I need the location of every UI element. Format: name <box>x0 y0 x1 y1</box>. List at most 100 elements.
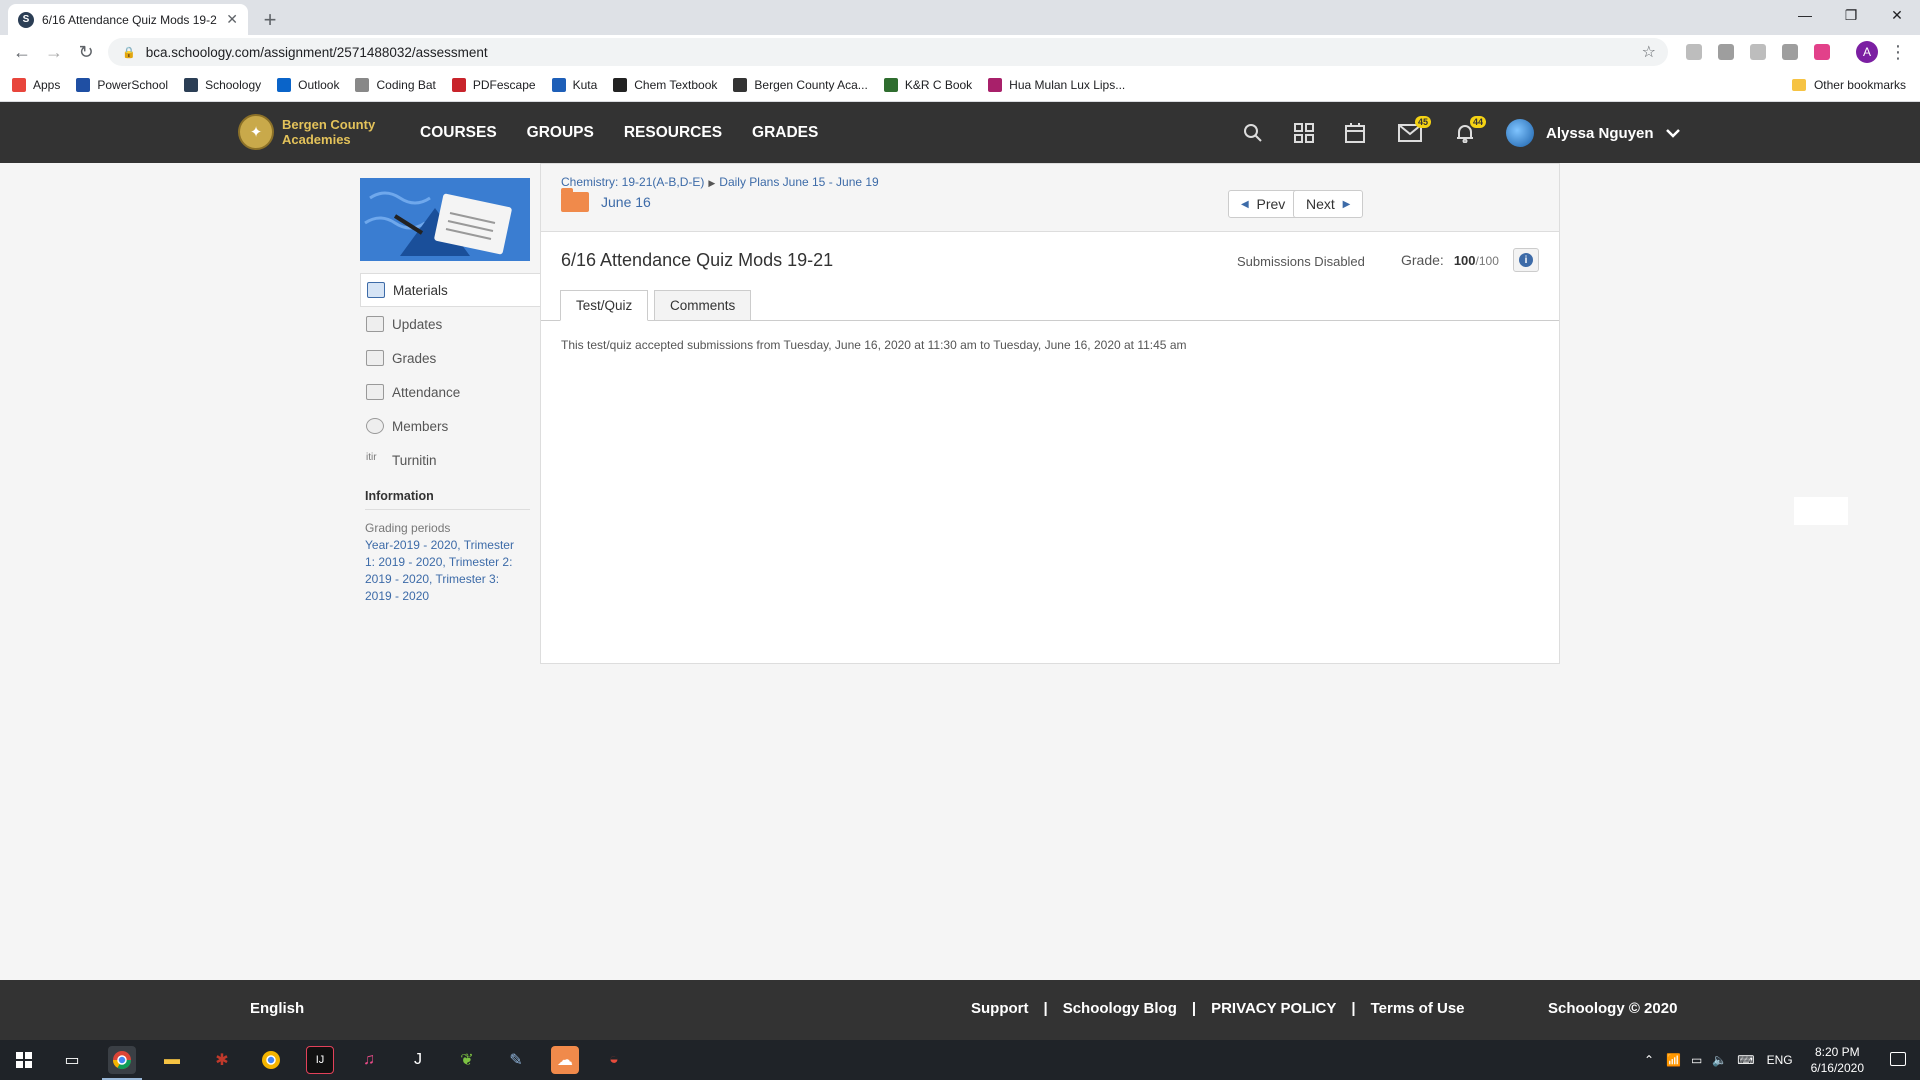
bookmark-item[interactable]: Coding Bat <box>355 78 436 92</box>
address-bar[interactable]: 🔒 bca.schoology.com/assignment/257148803… <box>108 38 1668 66</box>
close-window-icon[interactable]: ✕ <box>1874 0 1920 30</box>
bookmark-star-icon[interactable]: ☆ <box>1642 42 1656 62</box>
chrome-taskbar-icon[interactable] <box>108 1046 136 1074</box>
extension-b-icon[interactable] <box>1718 44 1734 60</box>
tab-test-quiz[interactable]: Test/Quiz <box>560 290 649 321</box>
next-button[interactable]: Next ▶ <box>1293 190 1364 218</box>
assignment-panel: Chemistry: 19-21(A-B,D-E) ▶ Daily Plans Ju… <box>540 163 1560 664</box>
bookmark-item[interactable]: Hua Mulan Lux Lips... <box>988 78 1125 92</box>
system-tray: ⌃ 📶 ▭ 🔈 ⌨ ENG 8:20 PM 6/16/2020 <box>1644 1040 1864 1080</box>
breadcrumb-folder[interactable]: Daily Plans June 15 - June 19 <box>719 175 878 189</box>
file-explorer-icon[interactable]: ▬ <box>158 1046 186 1074</box>
sidebar-item-members[interactable]: Members <box>360 409 540 443</box>
java-icon[interactable]: J <box>404 1046 432 1074</box>
game-app-icon[interactable]: ◒ <box>600 1046 628 1074</box>
clock[interactable]: 8:20 PM 6/16/2020 <box>1811 1044 1864 1076</box>
bluej-icon[interactable]: ❦ <box>453 1046 481 1074</box>
reload-icon[interactable]: ↻ <box>74 40 98 64</box>
footer-link-terms[interactable]: Terms of Use <box>1371 1000 1465 1017</box>
nav-courses[interactable]: COURSES <box>420 124 497 142</box>
extension-b2-icon[interactable] <box>1782 44 1798 60</box>
bookmark-label: PowerSchool <box>97 78 169 92</box>
bookmark-item[interactable]: Kuta <box>551 78 597 92</box>
language-selector[interactable]: English <box>250 1000 304 1017</box>
notifications-bell-icon[interactable]: 44 <box>1452 116 1486 146</box>
footer-link-blog[interactable]: Schoology Blog <box>1063 1000 1177 1017</box>
user-name: Alyssa Nguyen <box>1546 124 1654 142</box>
battery-icon[interactable]: ▭ <box>1691 1053 1702 1067</box>
volume-icon[interactable]: 🔈 <box>1712 1053 1727 1067</box>
browser-menu-icon[interactable]: ⋮ <box>1886 40 1910 64</box>
other-bookmarks[interactable]: Other bookmarks <box>1791 78 1906 92</box>
new-tab-button[interactable]: + <box>256 6 284 34</box>
school-seal-icon: ✦ <box>238 114 274 150</box>
sidebar-item-updates[interactable]: Updates <box>360 307 540 341</box>
grammarly-icon[interactable] <box>1814 44 1830 60</box>
calendar-icon[interactable] <box>1342 120 1368 146</box>
apps-grid-icon[interactable] <box>1291 120 1317 146</box>
sidebar-item-grades[interactable]: Grades <box>360 341 540 375</box>
bookmark-item[interactable]: K&R C Book <box>883 78 972 92</box>
keyboard-icon[interactable]: ⌨ <box>1737 1053 1754 1067</box>
minimize-window-icon[interactable]: — <box>1782 0 1828 30</box>
network-icon[interactable]: 📶 <box>1666 1053 1681 1067</box>
footer-link-privacy[interactable]: PRIVACY POLICY <box>1211 1000 1336 1017</box>
windows-start-icon[interactable] <box>10 1046 38 1074</box>
search-icon[interactable] <box>1240 120 1266 146</box>
task-view-icon[interactable]: ▭ <box>58 1046 86 1074</box>
bookmark-item[interactable]: PowerSchool <box>76 78 168 92</box>
restore-window-icon[interactable]: ❐ <box>1828 0 1874 30</box>
sidebar-item-label: Materials <box>393 282 448 298</box>
paint-icon[interactable]: ✎ <box>502 1046 530 1074</box>
bookmark-item[interactable]: Outlook <box>277 78 339 92</box>
tab-comments[interactable]: Comments <box>654 290 752 321</box>
tray-chevron-up-icon[interactable]: ⌃ <box>1644 1053 1654 1067</box>
bookmark-item[interactable]: Schoology <box>184 78 261 92</box>
grades-icon <box>366 350 384 366</box>
chrome-alt-icon[interactable] <box>257 1046 285 1074</box>
current-folder[interactable]: June 16 <box>561 188 651 212</box>
profile-avatar[interactable]: A <box>1856 41 1878 63</box>
prev-button[interactable]: ◀ Prev <box>1228 190 1299 218</box>
globe-icon <box>355 78 370 92</box>
bookmark-item[interactable]: Chem Textbook <box>613 78 717 92</box>
notifications-badge: 44 <box>1469 116 1486 128</box>
intellij-icon[interactable]: IJ <box>306 1046 334 1074</box>
action-center-icon[interactable] <box>1890 1052 1906 1066</box>
forward-icon[interactable]: → <box>42 40 66 64</box>
bookmark-item[interactable]: Bergen County Aca... <box>733 78 868 92</box>
powerschool-icon <box>76 78 91 92</box>
nav-resources[interactable]: RESOURCES <box>624 124 722 142</box>
bookmark-label: Hua Mulan Lux Lips... <box>1009 78 1126 92</box>
sidebar-item-turnitin[interactable]: itir Turnitin <box>360 443 540 477</box>
copyright: Schoology © 2020 <box>1548 1000 1678 1017</box>
course-banner-image[interactable] <box>360 178 530 261</box>
extension-puzzle-icon[interactable] <box>1750 44 1766 60</box>
cloud-app-icon[interactable]: ☁ <box>551 1046 579 1074</box>
close-tab-icon[interactable]: ✕ <box>226 11 238 28</box>
extension-icon[interactable] <box>1686 44 1702 60</box>
bookmark-item[interactable]: PDFescape <box>451 78 536 92</box>
breadcrumb-course[interactable]: Chemistry: 19-21(A-B,D-E) <box>561 175 704 189</box>
grade-info-button[interactable]: i <box>1513 248 1539 272</box>
back-icon[interactable]: ← <box>10 40 34 64</box>
itunes-icon[interactable]: ♫ <box>355 1046 383 1074</box>
school-logo[interactable]: ✦ Bergen County Academies <box>238 114 382 150</box>
sidebar-item-materials[interactable]: Materials <box>360 273 541 307</box>
browser-tab[interactable]: S 6/16 Attendance Quiz Mods 19-2 ✕ <box>8 4 248 35</box>
nav-groups[interactable]: GROUPS <box>527 124 594 142</box>
sidebar-item-label: Turnitin <box>392 452 437 468</box>
language-indicator[interactable]: ENG <box>1767 1053 1793 1067</box>
nav-grades[interactable]: GRADES <box>752 124 818 142</box>
bug-app-icon[interactable]: ✱ <box>208 1046 236 1074</box>
footer-link-support[interactable]: Support <box>971 1000 1029 1017</box>
folder-icon <box>1791 79 1806 91</box>
grade-label: Grade: <box>1401 252 1444 268</box>
grade-value: 100 <box>1453 253 1476 268</box>
bookmark-item[interactable]: Apps <box>12 78 60 92</box>
pdfescape-icon <box>451 78 466 92</box>
sidebar-item-attendance[interactable]: Attendance <box>360 375 540 409</box>
kuta-icon <box>551 78 566 92</box>
messages-icon[interactable]: 45 <box>1397 116 1431 146</box>
user-menu[interactable]: Alyssa Nguyen <box>1506 119 1680 147</box>
